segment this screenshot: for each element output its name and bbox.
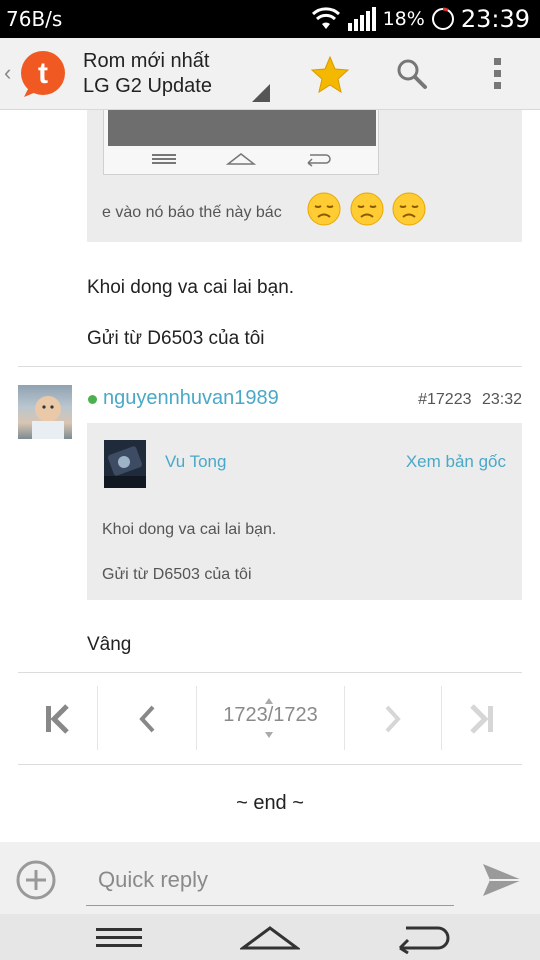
- thread-title[interactable]: LG G2 Update: [83, 75, 212, 98]
- system-nav-bar: [0, 914, 540, 960]
- avatar[interactable]: [18, 385, 72, 439]
- menu-icon: [152, 154, 176, 164]
- overflow-menu-icon[interactable]: [488, 56, 508, 92]
- logo-letter: t: [38, 57, 48, 90]
- battery-percent: 18%: [382, 8, 425, 30]
- wifi-icon: [311, 7, 340, 29]
- clock: 23:39: [460, 5, 530, 33]
- thread-content[interactable]: e vào nó báo thế này bác Khoi dong va ca…: [0, 110, 540, 842]
- post-time: 23:32: [481, 391, 522, 408]
- quick-reply-input[interactable]: [86, 854, 454, 906]
- post-divider: [18, 366, 522, 367]
- screenshot-screen: [108, 110, 376, 146]
- forum-title[interactable]: Rom mới nhất: [83, 50, 209, 73]
- star-icon[interactable]: [310, 55, 350, 95]
- quoted-user[interactable]: Vu Tong: [165, 452, 226, 472]
- first-page-button[interactable]: [18, 686, 96, 752]
- sad-face-icon: [350, 192, 384, 226]
- pager-divider: [196, 686, 197, 750]
- app-logo[interactable]: t: [18, 49, 68, 99]
- view-original-link[interactable]: Xem bản gốc: [406, 452, 506, 472]
- first-page-icon: [46, 704, 69, 734]
- search-icon[interactable]: [396, 58, 428, 90]
- chevron-right-icon: [385, 705, 401, 733]
- avatar-photo: [104, 446, 146, 488]
- add-attachment-icon[interactable]: [15, 859, 57, 901]
- home-icon: [226, 153, 256, 165]
- back-icon[interactable]: [392, 920, 452, 954]
- post-number[interactable]: #17223: [418, 391, 471, 408]
- sad-face-icon: [307, 192, 341, 226]
- last-page-button[interactable]: [442, 686, 522, 752]
- quote-block: Vu Tong Xem bản gốc Khoi dong va cai lai…: [87, 423, 522, 600]
- menu-icon[interactable]: [88, 920, 148, 954]
- dropdown-corner-icon[interactable]: [252, 84, 270, 102]
- quote-text: Khoi dong va cai lai bạn.: [102, 521, 277, 538]
- chevron-left-icon: [139, 705, 155, 733]
- send-icon[interactable]: [480, 860, 524, 900]
- page-indicator[interactable]: 1723/1723: [198, 704, 343, 727]
- last-page-icon: [470, 704, 493, 734]
- quoted-user-avatar[interactable]: [104, 440, 146, 488]
- post-body: Vâng: [87, 634, 132, 655]
- quote-text: e vào nó báo thế này bác: [102, 204, 282, 221]
- sad-face-icon: [392, 192, 426, 226]
- avatar-photo: [32, 396, 64, 439]
- pagination-bar: 1723/1723: [18, 674, 522, 764]
- post-body-line: Khoi dong va cai lai bạn.: [87, 277, 295, 298]
- online-indicator: [88, 395, 97, 404]
- post-meta: #17223 23:32: [418, 391, 522, 409]
- battery-ring-icon: [431, 7, 454, 30]
- signal-icon: [347, 7, 376, 31]
- post-divider: [18, 672, 522, 673]
- quote-signature: Gửi từ D6503 của tôi: [102, 566, 252, 583]
- app-bar: ‹ t Rom mới nhất LG G2 Update: [0, 38, 540, 110]
- attached-screenshot[interactable]: [103, 110, 379, 175]
- total-pages: 1723: [273, 704, 318, 726]
- back-chevron-icon[interactable]: ‹: [4, 60, 11, 86]
- post-author[interactable]: nguyennhuvan1989: [103, 387, 279, 410]
- post-signature: Gửi từ D6503 của tôi: [87, 328, 265, 349]
- previous-page-button[interactable]: [98, 686, 196, 752]
- end-of-thread-label: ~ end ~: [236, 792, 304, 814]
- next-page-button[interactable]: [345, 686, 441, 752]
- back-icon: [307, 154, 331, 167]
- quick-reply-bar: [0, 842, 540, 914]
- caret-down-icon: [265, 732, 273, 738]
- network-speed: 76B/s: [6, 7, 63, 31]
- status-bar: 76B/s 18% 23:39: [0, 0, 540, 38]
- home-icon[interactable]: [240, 920, 300, 954]
- pager-bottom-divider: [18, 764, 522, 765]
- quote-block: e vào nó báo thế này bác: [87, 110, 522, 242]
- status-icons: 18% 23:39: [311, 5, 530, 33]
- current-page: 1723: [223, 704, 268, 726]
